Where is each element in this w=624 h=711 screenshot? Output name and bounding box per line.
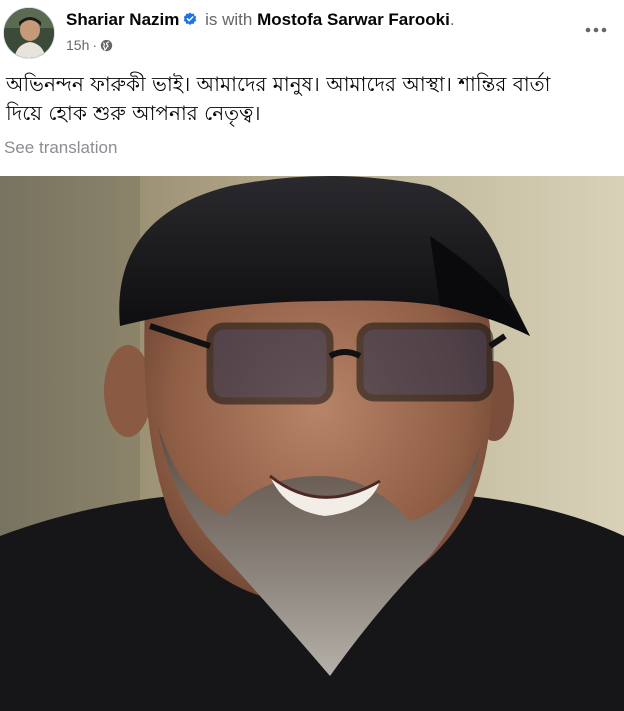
post-message-line-1: অভিনন্দন ফারুকী ভাই। আমাদের মানুষ। আমাদে… <box>6 72 551 96</box>
portrait-image <box>0 176 624 711</box>
post-photo[interactable] <box>0 176 624 711</box>
author-avatar[interactable] <box>3 7 55 59</box>
post-header: Shariar Nazim is with Mostofa Sarwar Far… <box>0 0 624 64</box>
post-attribution: Shariar Nazim is with Mostofa Sarwar Far… <box>66 10 455 30</box>
meta-separator: · <box>92 37 98 53</box>
post-timestamp[interactable]: 15h <box>66 37 89 53</box>
see-translation-link[interactable]: See translation <box>4 138 117 158</box>
with-label: is with <box>205 10 253 29</box>
avatar-image <box>4 8 54 58</box>
tagged-suffix: . <box>449 10 455 29</box>
post-message: অভিনন্দন ফারুকী ভাই। আমাদের মানুষ। আমাদে… <box>6 70 606 128</box>
more-options-icon[interactable] <box>580 18 612 42</box>
post-message-line-2: দিয়ে হোক শুরু আপনার নেতৃত্ব। <box>6 101 261 125</box>
author-name-link[interactable]: Shariar Nazim <box>66 10 179 29</box>
globe-icon[interactable] <box>100 39 113 52</box>
post-meta: 15h · <box>66 37 113 53</box>
verified-badge-icon <box>183 11 197 25</box>
tagged-person-link[interactable]: Mostofa Sarwar Farooki <box>257 10 450 29</box>
